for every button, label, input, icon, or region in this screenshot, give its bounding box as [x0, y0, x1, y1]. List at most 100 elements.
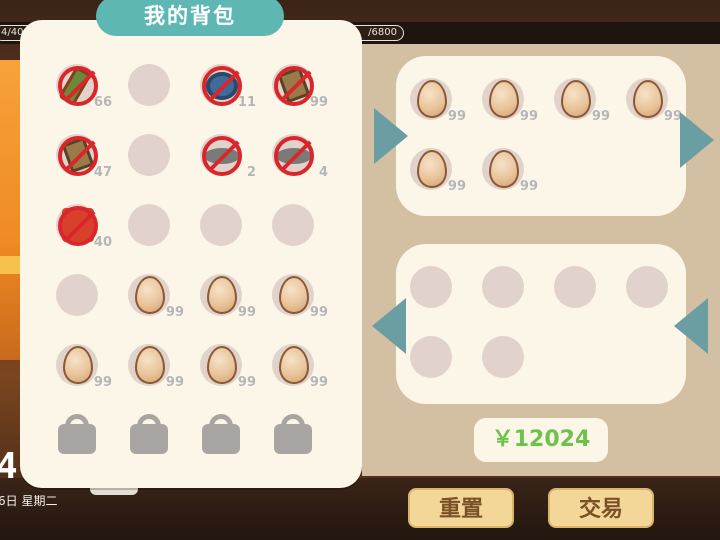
- forbidden-icon: [58, 206, 98, 246]
- lock-icon: [130, 424, 168, 454]
- item-quantity: 99: [237, 375, 256, 390]
- egg-slot[interactable]: 99: [482, 78, 538, 124]
- item-quantity: 99: [165, 375, 184, 390]
- item-slot[interactable]: 66: [56, 64, 112, 110]
- empty-slot[interactable]: [626, 266, 670, 310]
- item-quantity: 47: [93, 165, 112, 180]
- game-date: 6日 星期二: [0, 494, 58, 508]
- egg-icon: [135, 276, 165, 314]
- empty-slot[interactable]: [56, 274, 100, 318]
- item-quantity: 99: [447, 179, 466, 194]
- egg-slot[interactable]: 99: [272, 344, 328, 390]
- egg-slot[interactable]: 99: [410, 78, 466, 124]
- item-quantity: 99: [447, 109, 466, 124]
- egg-slot[interactable]: 99: [128, 344, 184, 390]
- receive-box: [396, 244, 686, 404]
- item-slot[interactable]: 11: [200, 64, 256, 110]
- egg-slot[interactable]: 99: [128, 274, 184, 320]
- item-quantity: 40: [93, 235, 112, 250]
- egg-icon: [417, 80, 447, 118]
- egg-icon: [207, 346, 237, 384]
- slot-background: [482, 266, 524, 308]
- offer-box: 99 99 99 99 99 99: [396, 56, 686, 216]
- bag-title: 我的背包: [96, 0, 284, 36]
- slot-background: [128, 204, 170, 246]
- forbidden-icon: [58, 136, 98, 176]
- forbidden-icon: [274, 136, 314, 176]
- empty-slot[interactable]: [410, 266, 454, 310]
- egg-icon: [489, 150, 519, 188]
- receive-next-arrow-icon[interactable]: [674, 298, 708, 354]
- item-quantity: 66: [93, 95, 112, 110]
- item-quantity: 99: [309, 375, 328, 390]
- item-slot[interactable]: 40: [56, 204, 112, 250]
- offer-next-arrow-icon[interactable]: [680, 112, 714, 168]
- slot-background: [626, 266, 668, 308]
- item-slot[interactable]: 99: [272, 64, 328, 110]
- locked-slot: [56, 414, 100, 458]
- item-quantity: 99: [309, 305, 328, 320]
- slot-background: [410, 336, 452, 378]
- slot-background: [200, 204, 242, 246]
- empty-slot[interactable]: [128, 64, 172, 108]
- item-quantity: 99: [309, 95, 328, 110]
- forbidden-icon: [58, 66, 98, 106]
- bag-panel: 66 11 99 47 2 4 40 99 99 99 99 99 99 99: [20, 20, 362, 488]
- slot-background: [272, 204, 314, 246]
- egg-icon: [489, 80, 519, 118]
- egg-icon: [279, 346, 309, 384]
- slot-background: [410, 266, 452, 308]
- egg-slot[interactable]: 99: [626, 78, 682, 124]
- receive-prev-arrow-icon[interactable]: [372, 298, 406, 354]
- locked-slot: [128, 414, 172, 458]
- item-slot[interactable]: 2: [200, 134, 256, 180]
- item-quantity: 99: [237, 305, 256, 320]
- empty-slot[interactable]: [482, 266, 526, 310]
- egg-icon: [561, 80, 591, 118]
- item-slot[interactable]: 47: [56, 134, 112, 180]
- lock-icon: [274, 424, 312, 454]
- egg-slot[interactable]: 99: [200, 274, 256, 320]
- slot-background: [128, 134, 170, 176]
- lock-icon: [202, 424, 240, 454]
- empty-slot[interactable]: [410, 336, 454, 380]
- egg-icon: [63, 346, 93, 384]
- egg-slot[interactable]: 99: [482, 148, 538, 194]
- empty-slot[interactable]: [482, 336, 526, 380]
- reset-button[interactable]: 重置: [408, 488, 514, 528]
- offer-prev-arrow-icon[interactable]: [374, 108, 408, 164]
- item-quantity: 2: [246, 165, 256, 180]
- egg-slot[interactable]: 99: [272, 274, 328, 320]
- egg-icon: [135, 346, 165, 384]
- money-display: ￥12024: [474, 418, 608, 462]
- forbidden-icon: [202, 136, 242, 176]
- trade-button[interactable]: 交易: [548, 488, 654, 528]
- empty-slot[interactable]: [554, 266, 598, 310]
- egg-icon: [279, 276, 309, 314]
- slot-background: [56, 274, 98, 316]
- egg-slot[interactable]: 99: [410, 148, 466, 194]
- item-slot[interactable]: 4: [272, 134, 328, 180]
- egg-slot[interactable]: 99: [200, 344, 256, 390]
- forbidden-icon: [274, 66, 314, 106]
- forbidden-icon: [202, 66, 242, 106]
- item-quantity: 11: [237, 95, 256, 110]
- item-quantity: 4: [318, 165, 328, 180]
- slot-background: [128, 64, 170, 106]
- slot-background: [554, 266, 596, 308]
- egg-slot[interactable]: 99: [56, 344, 112, 390]
- egg-slot[interactable]: 99: [554, 78, 610, 124]
- locked-slot: [200, 414, 244, 458]
- item-quantity: 99: [519, 109, 538, 124]
- egg-icon: [633, 80, 663, 118]
- empty-slot[interactable]: [128, 204, 172, 248]
- lock-icon: [58, 424, 96, 454]
- empty-slot[interactable]: [272, 204, 316, 248]
- locked-slot: [272, 414, 316, 458]
- egg-icon: [417, 150, 447, 188]
- empty-slot[interactable]: [128, 134, 172, 178]
- egg-icon: [207, 276, 237, 314]
- slot-background: [482, 336, 524, 378]
- empty-slot[interactable]: [200, 204, 244, 248]
- item-quantity: 99: [165, 305, 184, 320]
